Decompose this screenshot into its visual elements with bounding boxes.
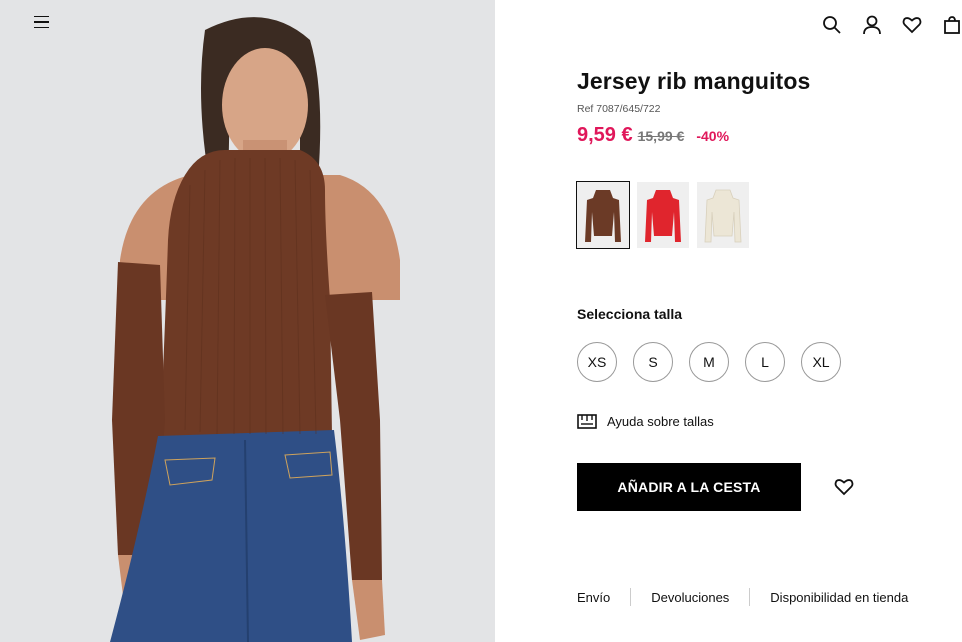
account-button[interactable] [859,12,885,38]
color-swatch-cream[interactable] [697,182,749,248]
cart-button[interactable] [939,12,962,38]
search-icon [823,16,841,34]
price-row: 9,59 € 15,99 € -40% [577,124,729,147]
ruler-icon [577,414,597,429]
tab-store-availability[interactable]: Disponibilidad en tienda [770,590,908,605]
size-option-m[interactable]: M [689,342,729,382]
shopping-bag-icon [944,16,960,34]
add-to-wishlist-button[interactable] [832,475,856,499]
size-help-link[interactable]: Ayuda sobre tallas [577,412,714,430]
color-swatch-red[interactable] [637,182,689,248]
user-icon [863,15,881,35]
color-swatch-brown[interactable] [576,181,630,249]
size-selector: XS S M L XL [577,342,841,382]
hamburger-menu-icon [34,15,49,18]
menu-button[interactable] [30,12,54,32]
divider [630,588,632,606]
model-illustration [0,0,495,642]
divider [749,588,751,606]
tab-returns[interactable]: Devoluciones [651,590,729,605]
wishlist-header-button[interactable] [899,12,925,38]
discount-badge: -40% [696,128,730,144]
size-option-xl[interactable]: XL [801,342,841,382]
search-button[interactable] [819,12,845,38]
add-to-cart-button[interactable]: AÑADIR A LA CESTA [577,463,801,511]
old-price: 15,99 € [637,128,685,144]
size-help-label: Ayuda sobre tallas [607,413,714,429]
info-tabs: Envío Devoluciones Disponibilidad en tie… [577,588,908,606]
tab-shipping[interactable]: Envío [577,590,610,605]
size-label: Selecciona talla [577,306,683,322]
heart-outline-icon [834,479,854,496]
current-price: 9,59 € [577,124,633,146]
product-title: Jersey rib manguitos [577,68,811,94]
size-option-s[interactable]: S [633,342,673,382]
product-image [0,0,495,642]
size-option-xs[interactable]: XS [577,342,617,382]
size-option-l[interactable]: L [745,342,785,382]
product-ref: Ref 7087/645/722 [577,103,661,115]
heart-icon [902,17,922,34]
